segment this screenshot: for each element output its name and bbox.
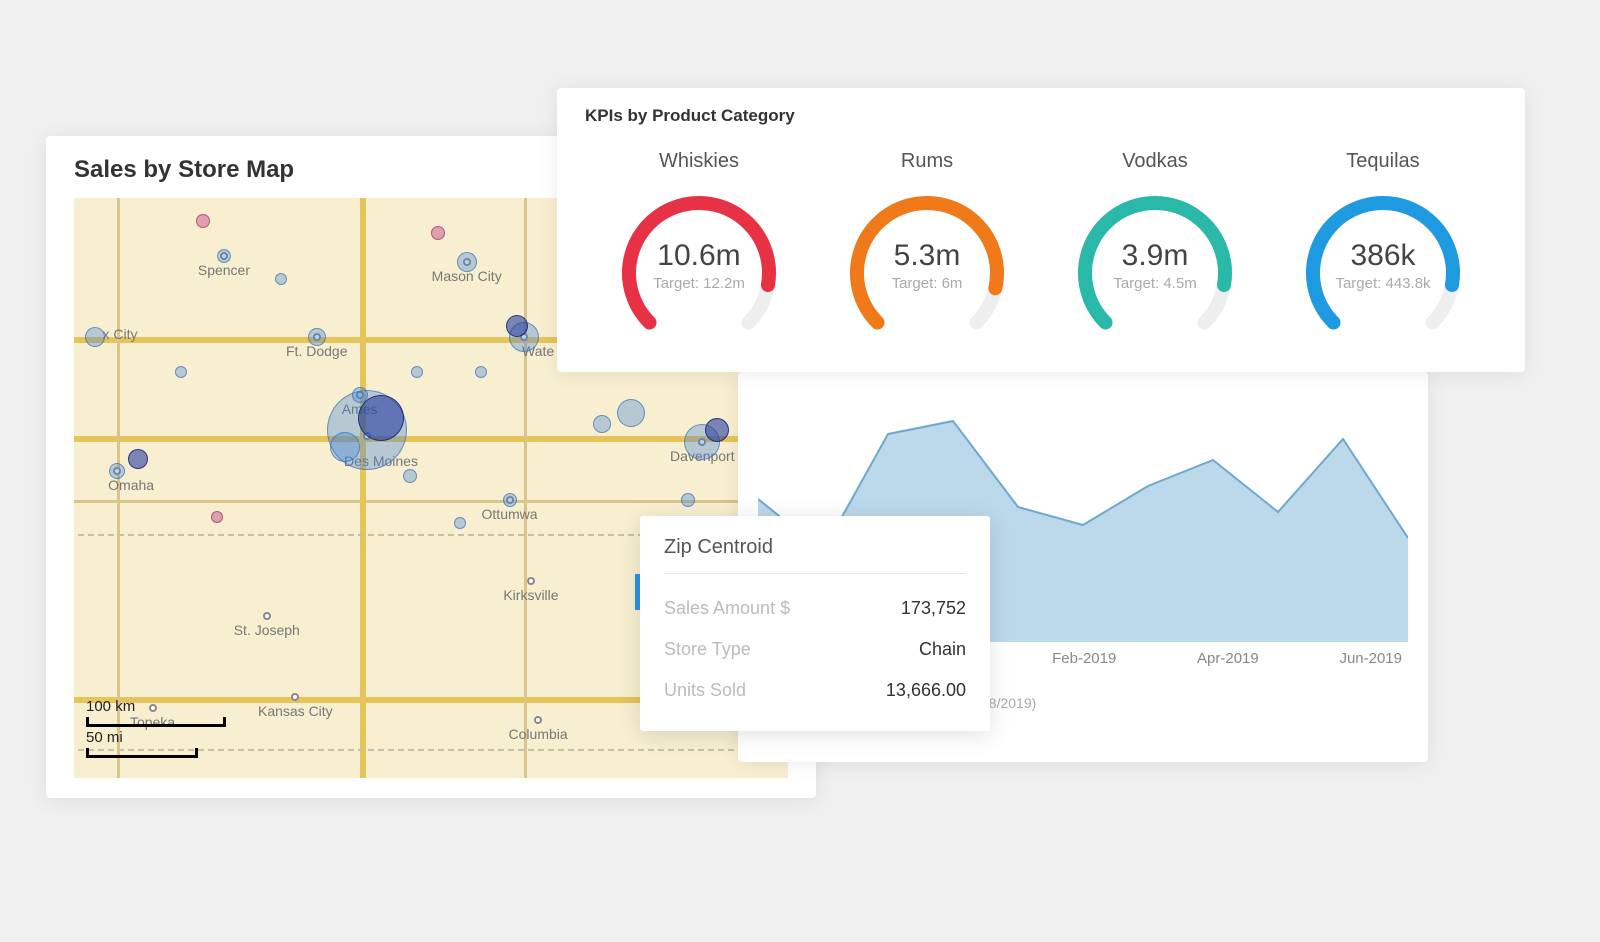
kpi-title: KPIs by Product Category	[585, 106, 1497, 126]
store-bubble[interactable]	[308, 328, 326, 346]
store-bubble[interactable]	[217, 249, 231, 263]
store-bubble[interactable]	[411, 366, 423, 378]
store-bubble[interactable]	[475, 366, 487, 378]
tooltip-accent	[635, 574, 640, 610]
gauge-value: 10.6m	[609, 239, 789, 273]
scale-mi: 50 mi	[86, 729, 226, 746]
store-bubble[interactable]	[196, 214, 210, 228]
kpi-name: Rums	[817, 150, 1037, 173]
kpi-item-whiskies[interactable]: Whiskies 10.6m Target: 12.2m	[589, 150, 809, 333]
kpi-card: KPIs by Product Category Whiskies 10.6m Ta…	[557, 88, 1525, 372]
store-bubble[interactable]	[330, 432, 360, 462]
tooltip-title: Zip Centroid	[664, 536, 966, 574]
scale-km: 100 km	[86, 698, 226, 715]
kpi-item-vodkas[interactable]: Vodkas 3.9m Target: 4.5m	[1045, 150, 1265, 333]
store-bubble[interactable]	[705, 418, 729, 442]
store-bubble[interactable]	[358, 395, 404, 441]
store-bubble[interactable]	[85, 327, 105, 347]
gauge-value: 5.3m	[837, 239, 1017, 273]
store-bubble[interactable]	[352, 387, 368, 403]
kpi-name: Whiskies	[589, 150, 809, 173]
store-bubble[interactable]	[403, 469, 417, 483]
map-scale: 100 km 50 mi	[86, 698, 226, 758]
map-tooltip: Zip Centroid Sales Amount $ 173,752 Stor…	[640, 516, 990, 731]
tooltip-value: Chain	[919, 639, 966, 660]
store-bubble[interactable]	[506, 315, 528, 337]
store-bubble[interactable]	[128, 449, 148, 469]
store-bubble[interactable]	[275, 273, 287, 285]
gauge: 5.3m Target: 6m	[837, 183, 1017, 333]
gauge-target: Target: 443.8k	[1293, 275, 1473, 292]
tooltip-label: Store Type	[664, 639, 751, 660]
tooltip-value: 173,752	[901, 598, 966, 619]
gauge: 10.6m Target: 12.2m	[609, 183, 789, 333]
store-bubble[interactable]	[431, 226, 445, 240]
gauge-value: 3.9m	[1065, 239, 1245, 273]
store-bubble[interactable]	[211, 511, 223, 523]
store-bubble[interactable]	[503, 493, 517, 507]
store-bubble[interactable]	[109, 463, 125, 479]
store-bubble[interactable]	[593, 415, 611, 433]
x-tick: Feb-2019	[1052, 650, 1116, 667]
x-tick: Apr-2019	[1197, 650, 1259, 667]
kpi-item-rums[interactable]: Rums 5.3m Target: 6m	[817, 150, 1037, 333]
tooltip-label: Units Sold	[664, 680, 746, 701]
kpi-item-tequilas[interactable]: Tequilas 386k Target: 443.8k	[1273, 150, 1493, 333]
gauge: 3.9m Target: 4.5m	[1065, 183, 1245, 333]
store-bubble[interactable]	[175, 366, 187, 378]
tooltip-label: Sales Amount $	[664, 598, 790, 619]
store-bubble[interactable]	[681, 493, 695, 507]
store-bubble[interactable]	[454, 517, 466, 529]
kpi-name: Tequilas	[1273, 150, 1493, 173]
gauge: 386k Target: 443.8k	[1293, 183, 1473, 333]
tooltip-value: 13,666.00	[886, 680, 966, 701]
store-bubble[interactable]	[457, 252, 477, 272]
gauge-target: Target: 6m	[837, 275, 1017, 292]
store-bubble[interactable]	[617, 399, 645, 427]
gauge-target: Target: 4.5m	[1065, 275, 1245, 292]
tooltip-row: Sales Amount $ 173,752	[664, 588, 966, 629]
kpi-row: Whiskies 10.6m Target: 12.2m Rums 5.3m Target…	[585, 150, 1497, 333]
tooltip-row: Units Sold 13,666.00	[664, 670, 966, 711]
tooltip-row: Store Type Chain	[664, 629, 966, 670]
x-tick: Jun-2019	[1339, 650, 1402, 667]
gauge-target: Target: 12.2m	[609, 275, 789, 292]
gauge-value: 386k	[1293, 239, 1473, 273]
kpi-name: Vodkas	[1045, 150, 1265, 173]
